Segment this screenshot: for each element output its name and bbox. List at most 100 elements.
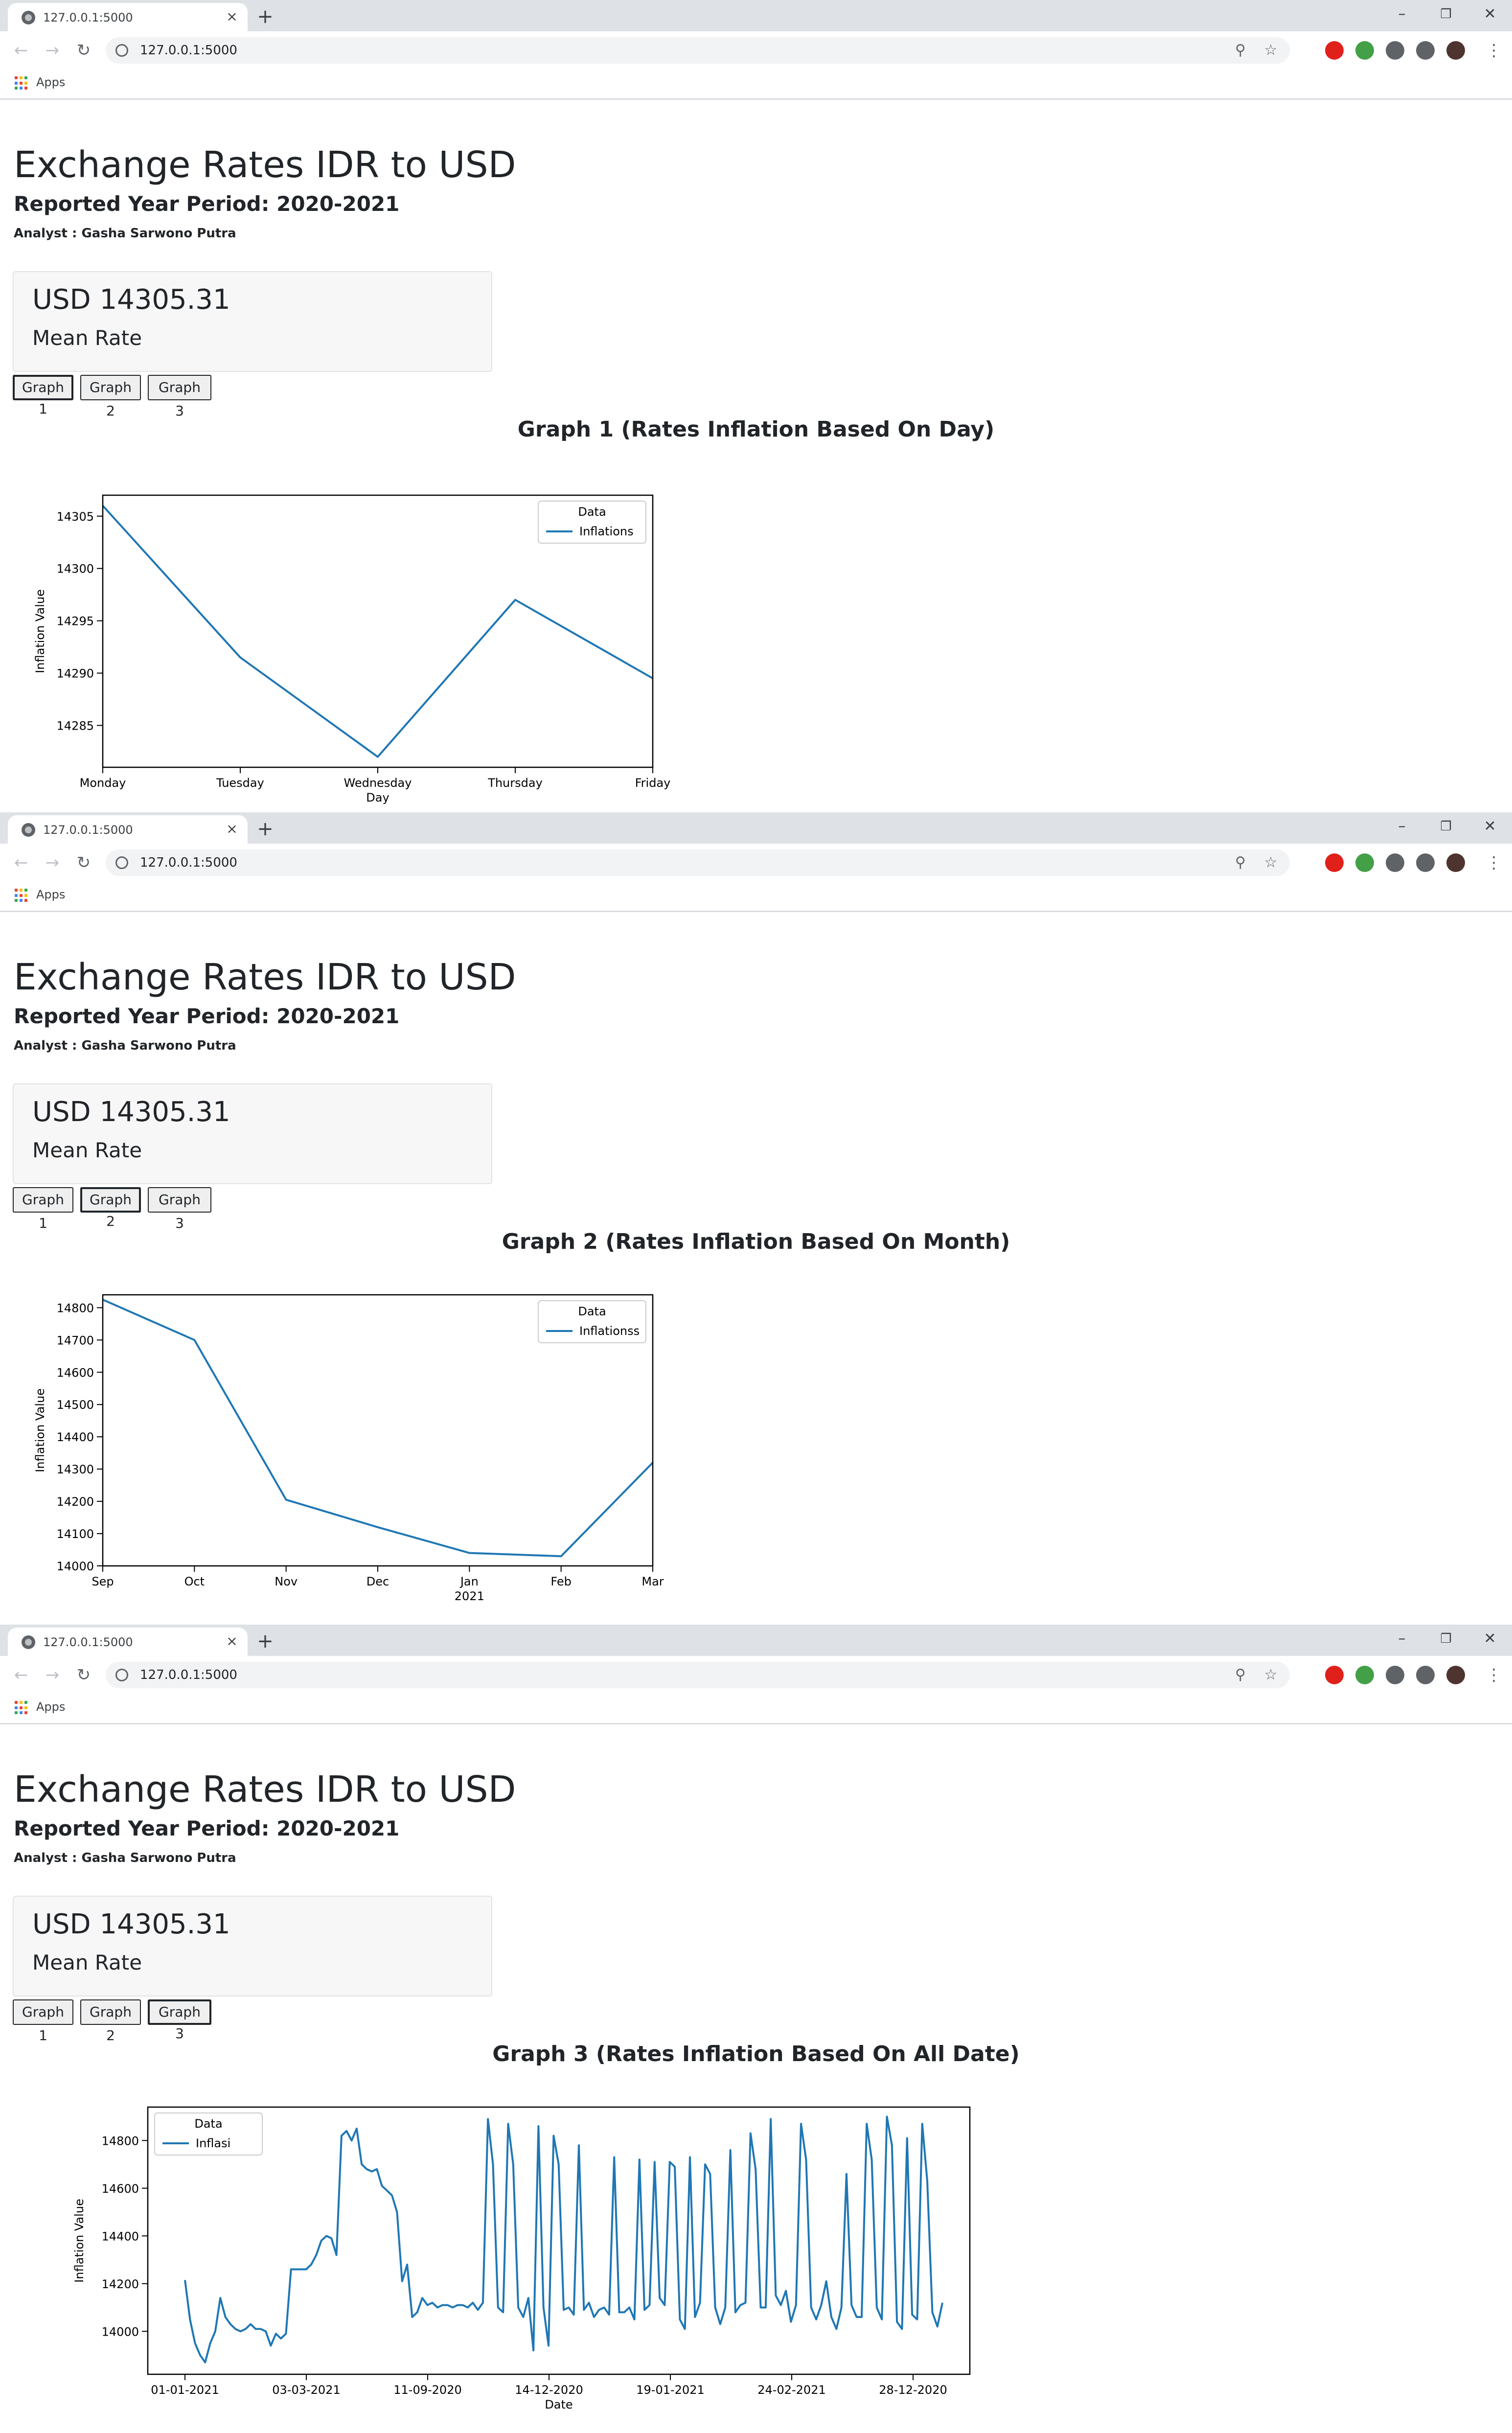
- mean-rate-card: USD 14305.31 Mean Rate: [13, 1083, 492, 1184]
- url-text[interactable]: 127.0.0.1:5000: [140, 1668, 237, 1682]
- graph-2-button[interactable]: Graph 2: [80, 1187, 141, 1229]
- url-text[interactable]: 127.0.0.1:5000: [140, 43, 237, 58]
- reading-list-icon[interactable]: [1416, 41, 1435, 60]
- graph-1-button[interactable]: Graph 1: [13, 1999, 73, 2043]
- puzzle-extensions-icon[interactable]: [1386, 853, 1404, 872]
- url-text[interactable]: 127.0.0.1:5000: [140, 855, 237, 870]
- graph-2-button[interactable]: Graph 2: [80, 1999, 141, 2043]
- puzzle-extensions-icon[interactable]: [1386, 41, 1404, 60]
- close-tab-icon[interactable]: ×: [223, 1632, 241, 1650]
- legend-title: Data: [578, 505, 606, 519]
- star-icon[interactable]: ☆: [1261, 853, 1280, 872]
- mean-rate-label: Mean Rate: [32, 1951, 142, 1974]
- zoom-icon[interactable]: ⚲: [1231, 853, 1250, 872]
- x-tick-label: 24-02-2021: [757, 2383, 825, 2397]
- close-window-icon[interactable]: ✕: [1473, 2, 1507, 26]
- x-tick-label: Mar: [641, 1575, 664, 1588]
- mean-rate-value: USD 14305.31: [32, 284, 230, 316]
- address-bar[interactable]: 127.0.0.1:5000 ⚲ ☆: [106, 37, 1290, 64]
- web-extension-icon[interactable]: [1355, 853, 1374, 872]
- graph-3-button[interactable]: Graph 3: [148, 1999, 211, 2042]
- tab-title: 127.0.0.1:5000: [43, 11, 133, 24]
- apps-bookmark[interactable]: Apps: [36, 1700, 65, 1714]
- y-tick-label: 14290: [57, 667, 94, 681]
- x-tick-label: 01-01-2021: [151, 2383, 219, 2397]
- info-icon[interactable]: [115, 1669, 128, 1681]
- graph-heading: Graph 1 (Rates Inflation Based On Day): [517, 417, 995, 442]
- arrow-left-icon[interactable]: ←: [10, 851, 32, 874]
- reload-icon[interactable]: ↻: [72, 1664, 95, 1686]
- close-tab-icon[interactable]: ×: [223, 8, 241, 25]
- minimize-icon[interactable]: –: [1385, 2, 1419, 26]
- address-bar[interactable]: 127.0.0.1:5000 ⚲ ☆: [106, 849, 1290, 876]
- apps-bookmark[interactable]: Apps: [36, 75, 65, 89]
- web-extension-icon[interactable]: [1355, 41, 1374, 60]
- y-tick-label: 14295: [57, 615, 94, 628]
- new-tab-button[interactable]: +: [254, 6, 276, 27]
- opera-extension-icon[interactable]: [1325, 41, 1344, 60]
- reading-list-icon[interactable]: [1416, 1666, 1435, 1684]
- reading-list-icon[interactable]: [1416, 853, 1435, 872]
- apps-grid-icon[interactable]: [15, 889, 28, 902]
- graph-1-button[interactable]: Graph 1: [13, 1187, 73, 1231]
- browser-tab[interactable]: 127.0.0.1:5000 ×: [8, 3, 248, 31]
- page-title: Exchange Rates IDR to USD: [14, 956, 516, 998]
- web-extension-icon[interactable]: [1355, 1666, 1374, 1684]
- reload-icon[interactable]: ↻: [72, 851, 95, 874]
- star-icon[interactable]: ☆: [1261, 41, 1280, 60]
- arrow-left-icon[interactable]: ←: [10, 39, 32, 62]
- zoom-icon[interactable]: ⚲: [1231, 41, 1250, 60]
- restore-icon[interactable]: ❐: [1429, 1627, 1463, 1651]
- restore-icon[interactable]: ❐: [1429, 2, 1463, 26]
- restore-icon[interactable]: ❐: [1429, 814, 1463, 839]
- browser-toolbar: ← → ↻ 127.0.0.1:5000 ⚲ ☆ ⋮: [0, 1656, 1512, 1694]
- browser-tab[interactable]: 127.0.0.1:5000 ×: [8, 815, 248, 844]
- x-tick-label: Dec: [367, 1575, 389, 1588]
- new-tab-button[interactable]: +: [254, 818, 276, 840]
- analyst-name: Analyst : Gasha Sarwono Putra: [14, 1038, 236, 1053]
- profile-avatar[interactable]: [1446, 853, 1465, 872]
- minimize-icon[interactable]: –: [1385, 1627, 1419, 1651]
- chart-2: 14000 14100 14200 14300 14400 14500 14600 14700…: [29, 1275, 670, 1625]
- graph-3-button[interactable]: Graph 3: [148, 375, 211, 419]
- screenshot-graph-3: 127.0.0.1:5000 × + – ❐ ✕ ← → ↻ 127.0.0.1:5000 ⚲ ☆ ⋮ A…: [0, 1625, 1512, 2433]
- profile-avatar[interactable]: [1446, 1666, 1465, 1684]
- reload-icon[interactable]: ↻: [72, 39, 95, 62]
- browser-tab[interactable]: 127.0.0.1:5000 ×: [8, 1628, 248, 1656]
- zoom-icon[interactable]: ⚲: [1231, 1666, 1250, 1684]
- mean-rate-value: USD 14305.31: [32, 1908, 230, 1940]
- info-icon[interactable]: [115, 856, 128, 869]
- apps-bookmark[interactable]: Apps: [36, 888, 65, 901]
- address-bar[interactable]: 127.0.0.1:5000 ⚲ ☆: [106, 1662, 1290, 1688]
- opera-extension-icon[interactable]: [1325, 1666, 1344, 1684]
- apps-grid-icon[interactable]: [15, 76, 28, 90]
- close-window-icon[interactable]: ✕: [1473, 1627, 1507, 1651]
- kebab-menu-icon[interactable]: ⋮: [1483, 39, 1505, 62]
- opera-extension-icon[interactable]: [1325, 853, 1344, 872]
- new-tab-button[interactable]: +: [254, 1630, 276, 1652]
- puzzle-extensions-icon[interactable]: [1386, 1666, 1404, 1684]
- info-icon[interactable]: [115, 44, 128, 57]
- globe-icon: [22, 11, 35, 24]
- legend-label: Inflationss: [579, 1324, 640, 1338]
- apps-grid-icon[interactable]: [15, 1701, 28, 1715]
- x-tick-label: Jan: [459, 1575, 479, 1588]
- arrow-left-icon[interactable]: ←: [10, 1664, 32, 1686]
- graph-2-button[interactable]: Graph 2: [80, 375, 141, 419]
- bookmarks-bar: Apps: [0, 882, 1512, 912]
- graph-1-button[interactable]: Graph 1: [13, 375, 73, 417]
- arrow-right-icon[interactable]: →: [41, 1664, 64, 1686]
- x-tick-label: Thursday: [487, 776, 543, 790]
- arrow-right-icon[interactable]: →: [41, 851, 64, 874]
- profile-avatar[interactable]: [1446, 41, 1465, 60]
- close-window-icon[interactable]: ✕: [1473, 814, 1507, 839]
- arrow-right-icon[interactable]: →: [41, 39, 64, 62]
- kebab-menu-icon[interactable]: ⋮: [1483, 1664, 1505, 1686]
- star-icon[interactable]: ☆: [1261, 1666, 1280, 1684]
- kebab-menu-icon[interactable]: ⋮: [1483, 851, 1505, 874]
- graph-3-button[interactable]: Graph 3: [148, 1187, 211, 1231]
- minimize-icon[interactable]: –: [1385, 814, 1419, 839]
- y-tick-label: 14400: [57, 1430, 94, 1444]
- close-tab-icon[interactable]: ×: [223, 820, 241, 838]
- mean-rate-label: Mean Rate: [32, 326, 142, 350]
